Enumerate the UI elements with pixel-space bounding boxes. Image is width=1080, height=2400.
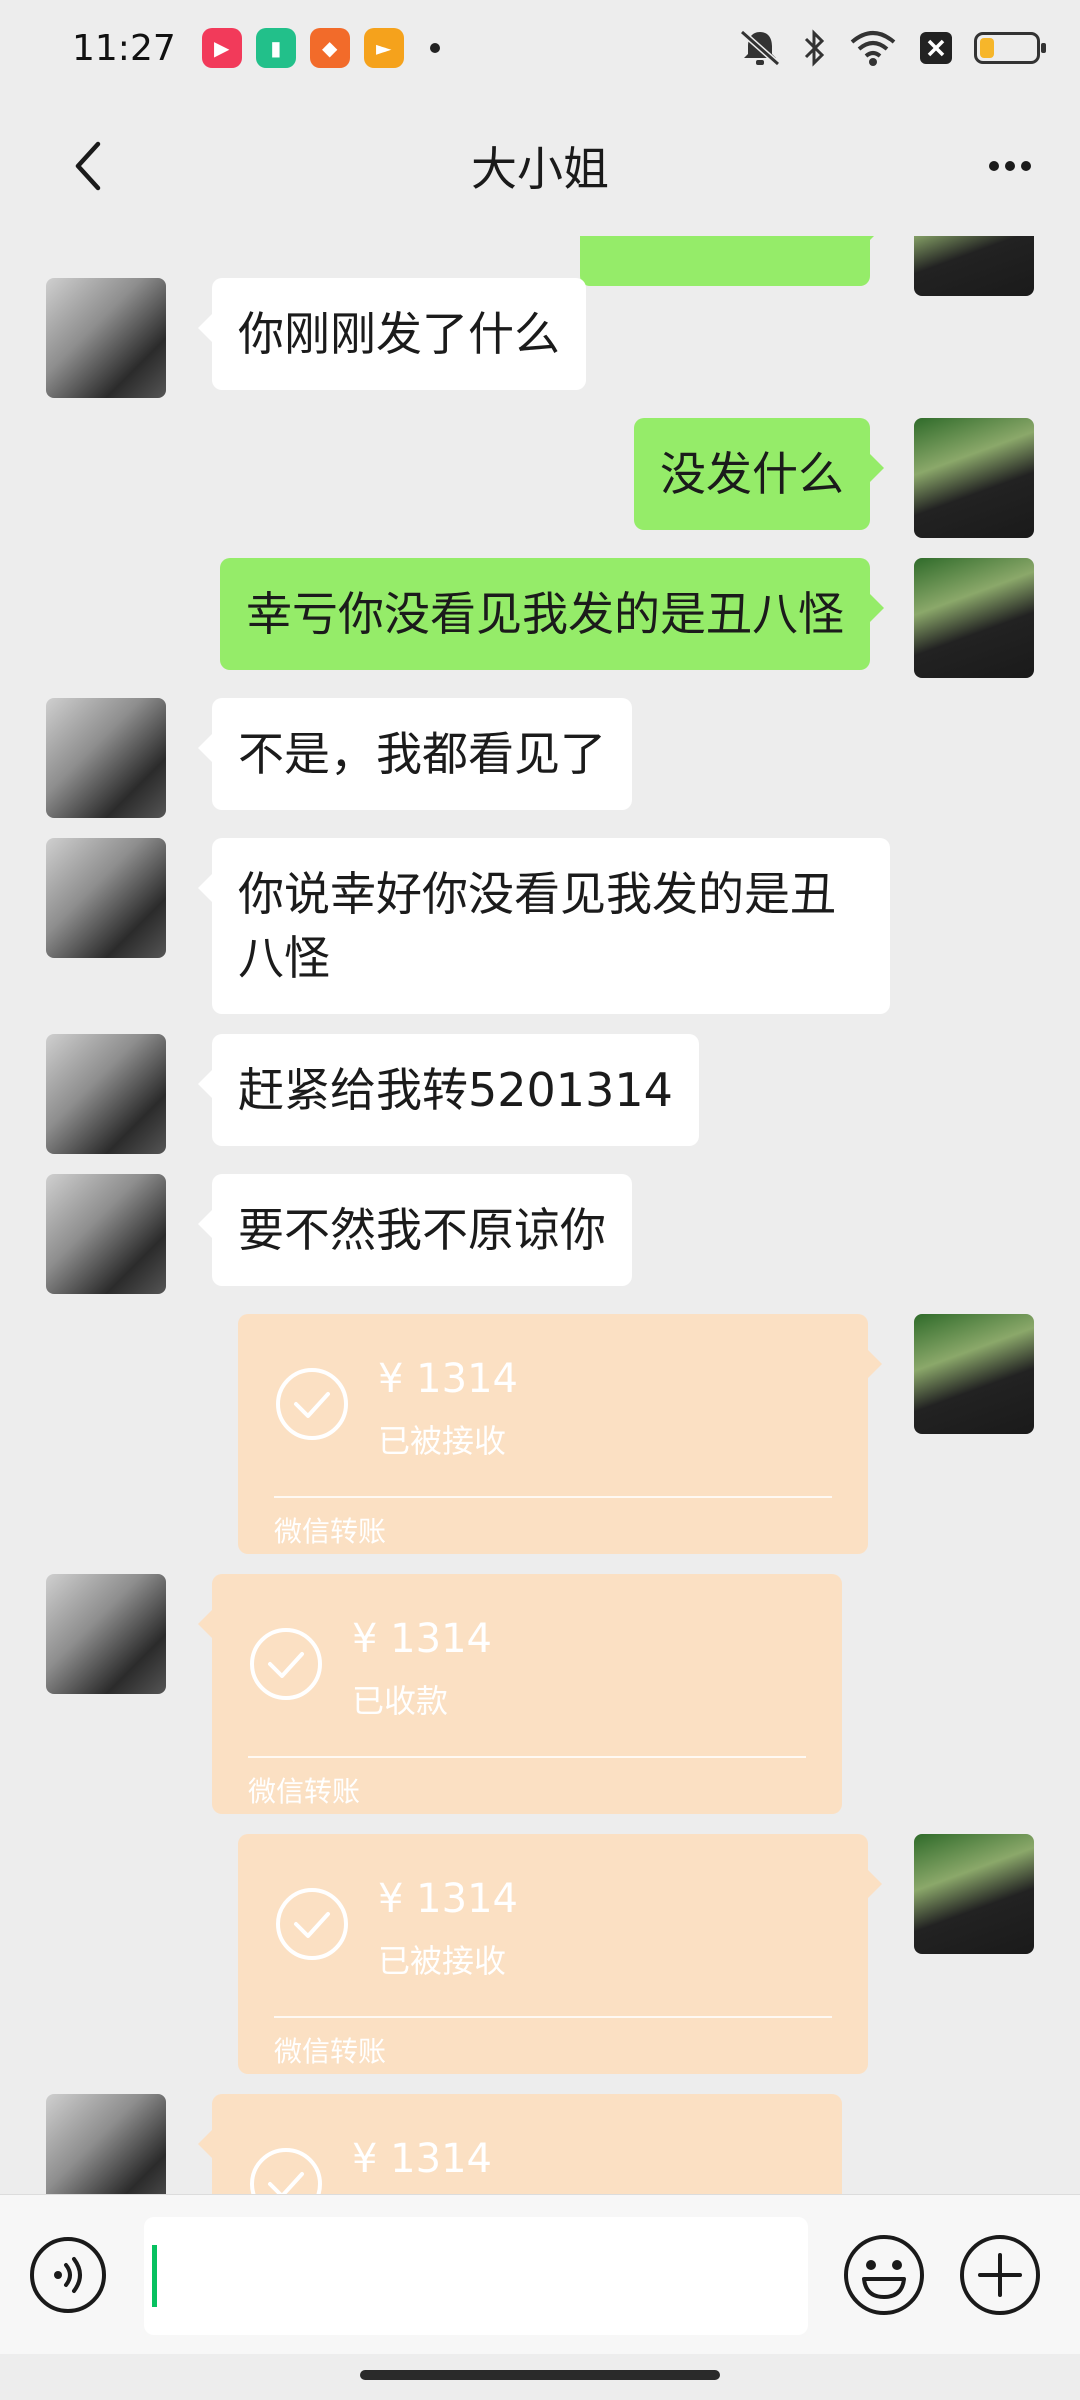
transfer-status: 已被接收 <box>378 1942 507 1980</box>
transfer-card[interactable]: ¥ 1314 已收款 微信转账 <box>198 1574 842 1814</box>
status-time: 11:27 <box>72 27 176 69</box>
battery-level-fill <box>980 38 994 58</box>
message-bubble[interactable]: 赶紧给我转5201314 <box>198 1034 699 1146</box>
voice-icon[interactable] <box>28 2235 108 2315</box>
more-options-button[interactable] <box>970 126 1050 206</box>
transfer-card[interactable]: ¥ 1314 已被接收 微信转账 <box>238 1314 882 1554</box>
my-avatar[interactable] <box>914 1834 1034 1954</box>
emoji-icon[interactable] <box>842 2233 926 2317</box>
contact-avatar[interactable] <box>46 1574 166 1694</box>
sim-off-icon <box>920 32 952 64</box>
message-list[interactable]: 你刚刚发了什么 没发什么 幸亏你没看见我发的是丑八怪 不是，我都看见了 你说幸好… <box>0 236 1080 2194</box>
transfer-divider <box>274 2016 832 2018</box>
more-notifications-icon <box>429 43 440 53</box>
message-bubble[interactable]: 没发什么 <box>634 418 884 530</box>
check-circle-icon <box>276 1888 348 1960</box>
home-indicator[interactable] <box>360 2370 720 2380</box>
contact-avatar[interactable] <box>46 1174 166 1294</box>
wifi-icon <box>850 31 896 66</box>
transfer-status: 已收款 <box>352 1682 449 1720</box>
check-circle-icon <box>250 1628 322 1700</box>
play-app-icon: ▶ <box>201 28 242 68</box>
transfer-status: 已被接收 <box>378 1422 507 1460</box>
notification-icons: ▶ ▮ ◆ ► <box>201 28 404 68</box>
chat-header: 大小姐 <box>0 96 1080 236</box>
contact-avatar[interactable] <box>46 838 166 958</box>
transfer-footer: 微信转账 <box>274 2035 387 2068</box>
more-dots-icon <box>989 161 1031 171</box>
transfer-footer: 微信转账 <box>274 1515 387 1548</box>
chevron-left-icon <box>75 141 101 191</box>
transfer-amount: ¥ 1314 <box>378 1356 518 1402</box>
shopping-app-icon: ◆ <box>309 28 350 68</box>
my-avatar[interactable] <box>914 558 1034 678</box>
transfer-divider <box>274 1496 832 1498</box>
contact-avatar[interactable] <box>46 1034 166 1154</box>
message-bubble[interactable]: 你说幸好你没看见我发的是丑八怪 <box>198 838 890 1014</box>
input-bar <box>0 2194 1080 2354</box>
transfer-amount: ¥ 1314 <box>352 2136 492 2182</box>
system-icons <box>738 28 1046 68</box>
my-avatar[interactable] <box>914 418 1034 538</box>
message-bubble[interactable]: 你刚刚发了什么 <box>198 278 586 390</box>
contact-avatar[interactable] <box>46 698 166 818</box>
transfer-amount: ¥ 1314 <box>352 1616 492 1662</box>
message-input[interactable] <box>144 2217 808 2335</box>
bluetooth-icon <box>804 29 825 67</box>
chat-title: 大小姐 <box>471 142 609 196</box>
transfer-card[interactable]: ¥ 1314 已被接收 微信转账 <box>238 1834 882 2074</box>
message-bubble-previous[interactable] <box>580 236 884 286</box>
battery-indicator <box>974 32 1046 64</box>
back-button[interactable] <box>48 126 128 206</box>
battery-app-icon: ▮ <box>255 28 296 68</box>
message-bubble[interactable]: 不是，我都看见了 <box>198 698 632 810</box>
transfer-divider <box>248 1756 806 1758</box>
check-circle-icon <box>276 1368 348 1440</box>
plus-icon[interactable] <box>958 2233 1042 2317</box>
my-avatar[interactable] <box>914 1314 1034 1434</box>
status-bar: 11:27 ▶ ▮ ◆ ► <box>0 0 1080 96</box>
message-bubble[interactable]: 要不然我不原谅你 <box>198 1174 632 1286</box>
contact-avatar[interactable] <box>46 278 166 398</box>
transfer-amount: ¥ 1314 <box>378 1876 518 1922</box>
text-caret <box>152 2245 157 2307</box>
transfer-footer: 微信转账 <box>248 1775 361 1808</box>
chat-screen: 11:27 ▶ ▮ ◆ ► 大小姐 你刚刚发了什么 没发什么 幸亏你没看见我发的… <box>0 0 1080 2400</box>
check-circle-icon <box>250 2148 322 2194</box>
contact-avatar[interactable] <box>46 2094 166 2194</box>
transfer-card[interactable]: ¥ 1314 <box>198 2094 842 2194</box>
video-app-icon: ► <box>363 28 404 68</box>
my-avatar[interactable] <box>914 236 1034 296</box>
message-bubble[interactable]: 幸亏你没看见我发的是丑八怪 <box>220 558 884 670</box>
mute-icon <box>740 29 780 67</box>
